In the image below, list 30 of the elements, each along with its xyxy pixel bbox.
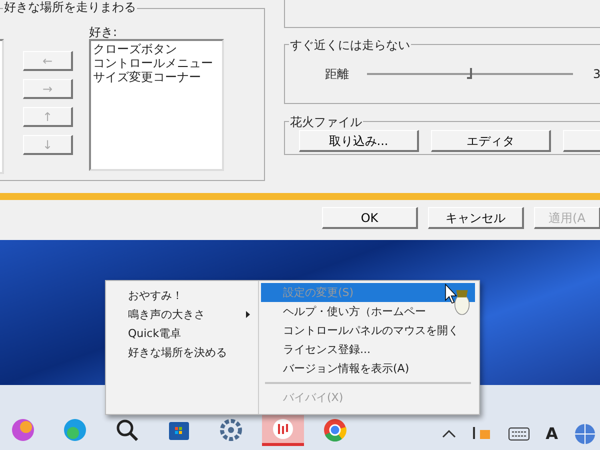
menu-item-label[interactable]: Quick電卓	[128, 325, 250, 342]
gear-icon	[218, 417, 244, 443]
menu-item[interactable]: ヘルプ・使い方（ホームペー	[261, 302, 475, 321]
dialog-button[interactable]: OK	[322, 207, 418, 229]
menu-item-label[interactable]: おやすみ！	[128, 287, 250, 304]
chevron-up-icon[interactable]	[442, 429, 456, 439]
input-mode-indicator[interactable]: A	[546, 422, 558, 446]
cursor-pet-drawing	[445, 284, 470, 315]
group-title: すぐ近くには走らない	[289, 36, 411, 54]
file-button[interactable]: エディタ	[431, 130, 551, 152]
list-item[interactable]: サイズ変更コーナー	[93, 70, 220, 84]
keyboard-icon[interactable]	[508, 427, 530, 441]
slider-thumb[interactable]	[467, 68, 472, 79]
group-title: 好きな場所を走りまわる	[3, 1, 137, 14]
menu-item[interactable]: バージョン情報を表示(A)	[261, 359, 475, 378]
slider-label: 距離	[325, 66, 349, 83]
list-label: 好き:	[89, 24, 118, 41]
menu-item-label[interactable]: 好きな場所を決める	[128, 344, 250, 361]
favorites-list[interactable]: クローズボタン コントロールメニュー サイズ変更コーナー	[89, 39, 224, 171]
group-title: 花火ファイル	[289, 113, 363, 131]
file-button[interactable]: 取り込み...	[299, 130, 419, 152]
list-item[interactable]: コントロールメニュー	[93, 56, 220, 70]
dialog-button[interactable]: キャンセル	[428, 207, 524, 229]
menu-item[interactable]: ライセンス登録...	[261, 340, 475, 359]
slider-value: 3	[593, 66, 600, 83]
menu-item[interactable]: コントロールパネルのマウスを開く	[261, 321, 475, 340]
globe-icon[interactable]	[574, 423, 596, 445]
menu-item-label[interactable]: 鳴き声の大きさ	[128, 306, 246, 323]
search-icon	[114, 417, 140, 443]
list-item[interactable]: クローズボタン	[93, 42, 220, 56]
